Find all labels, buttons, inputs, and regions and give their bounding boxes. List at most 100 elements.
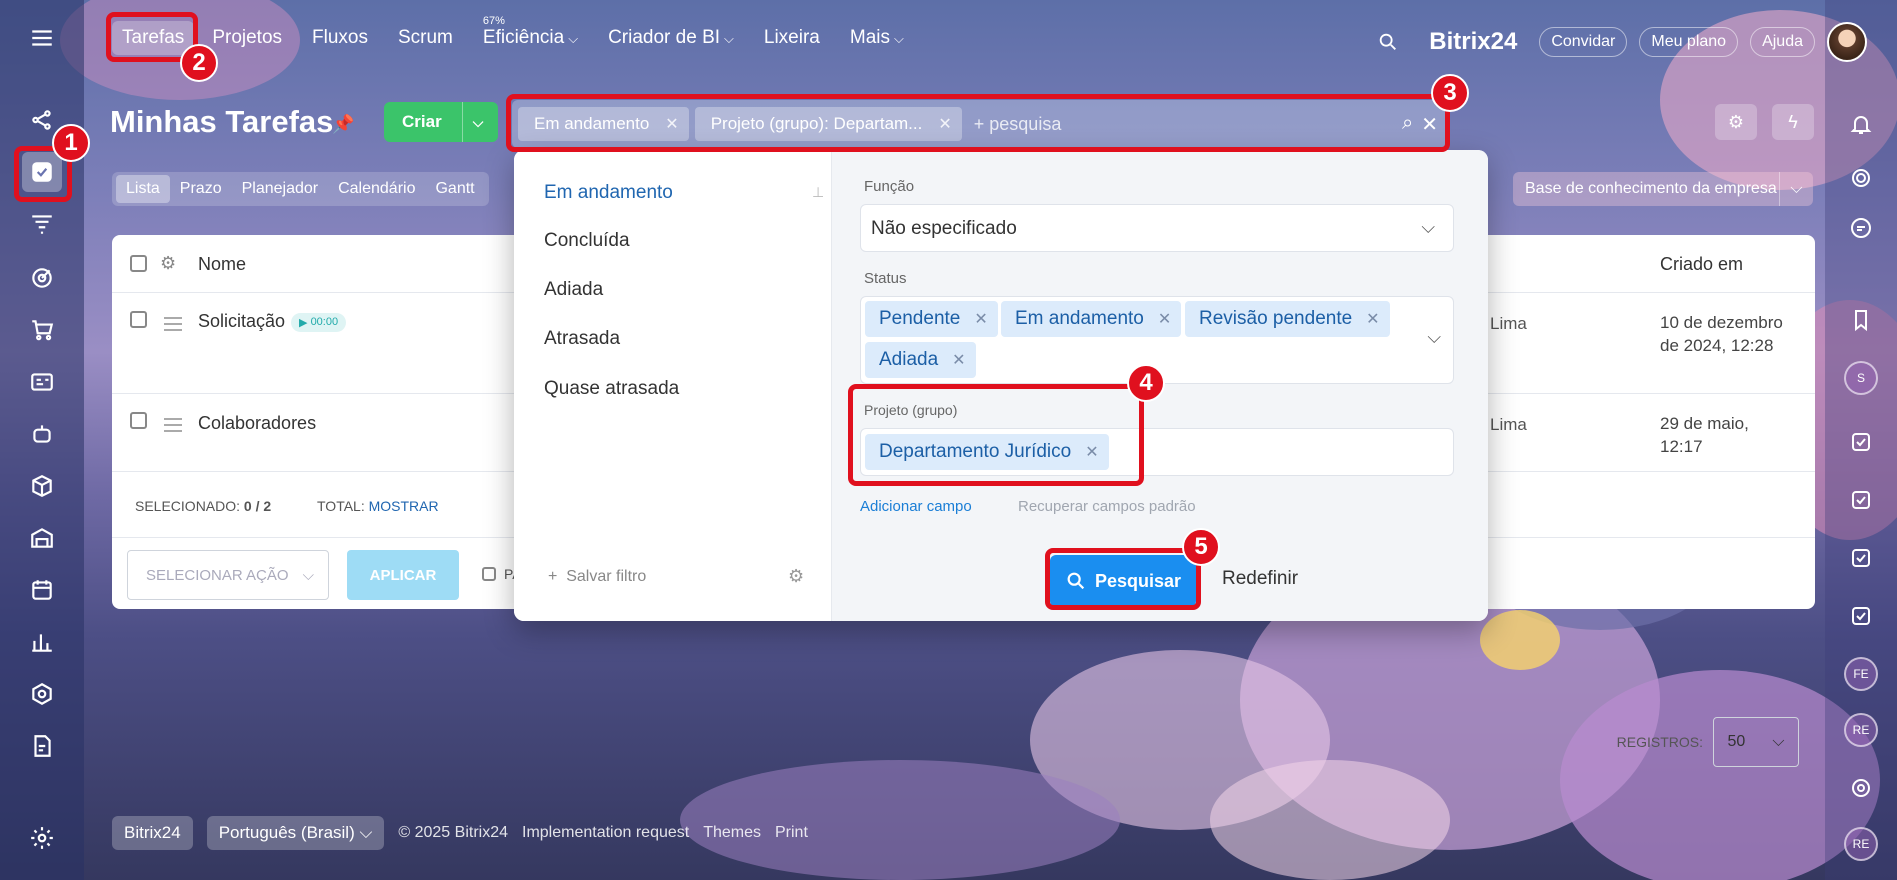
menu-icon[interactable] bbox=[22, 18, 62, 58]
filter-funnel-icon[interactable] bbox=[22, 204, 62, 244]
tab-calendario[interactable]: Calendário bbox=[328, 175, 425, 203]
calendar-icon[interactable] bbox=[22, 570, 62, 610]
efficiency-percent: 67% bbox=[482, 15, 505, 27]
chevron-down-icon[interactable]: ⌵ bbox=[1779, 172, 1813, 206]
bell-icon[interactable] bbox=[1841, 104, 1881, 144]
tab-planejador[interactable]: Planejador bbox=[232, 175, 329, 203]
status-tag-adiada[interactable]: Adiada ✕ bbox=[865, 342, 976, 378]
close-icon[interactable]: ✕ bbox=[1158, 309, 1171, 329]
cart-icon[interactable] bbox=[22, 310, 62, 350]
search-icon[interactable] bbox=[1377, 31, 1399, 53]
chevron-down-icon[interactable]: ⌵ bbox=[463, 114, 494, 131]
bookmark-icon[interactable] bbox=[1841, 300, 1881, 340]
preset-quase-atrasada[interactable]: Quase atrasada bbox=[544, 378, 679, 400]
add-field-link[interactable]: Adicionar campo bbox=[860, 498, 972, 515]
save-filter-button[interactable]: + Salvar filtro bbox=[548, 568, 646, 586]
create-button[interactable]: Criar ⌵ bbox=[384, 102, 498, 142]
column-created[interactable]: Criado em bbox=[1660, 254, 1743, 275]
contacts-card-icon[interactable] bbox=[22, 362, 62, 402]
annotation-badge-3: 3 bbox=[1431, 74, 1469, 112]
nav-projetos[interactable]: Projetos bbox=[212, 27, 282, 49]
task-name[interactable]: Solicitação bbox=[198, 311, 285, 331]
document-edit-icon[interactable] bbox=[22, 726, 62, 766]
reset-button[interactable]: Redefinir bbox=[1222, 568, 1298, 590]
select-action-dropdown[interactable]: SELECIONAR AÇÃO ⌵ bbox=[127, 550, 329, 600]
knowledge-base-button[interactable]: Base de conhecimento da empresa ⌵ bbox=[1513, 172, 1813, 206]
task-chat-icon-3[interactable] bbox=[1841, 538, 1881, 578]
user-avatar-re-2[interactable]: RE bbox=[1841, 824, 1881, 864]
settings-gear-icon[interactable]: ⚙ bbox=[1715, 104, 1757, 140]
task-chat-icon-2[interactable] bbox=[1841, 480, 1881, 520]
nav-eficiencia[interactable]: 67% Eficiência ⌵ bbox=[483, 15, 578, 49]
bitrix24-logo[interactable]: Bitrix24 bbox=[1429, 28, 1517, 56]
footer-link-print[interactable]: Print bbox=[775, 824, 808, 842]
lightning-icon[interactable]: ϟ bbox=[1772, 104, 1814, 140]
task-chat-icon-4[interactable] bbox=[1841, 596, 1881, 636]
drag-handle-icon[interactable] bbox=[164, 317, 182, 331]
task-name[interactable]: Colaboradores bbox=[198, 413, 316, 434]
invite-button[interactable]: Convidar bbox=[1539, 27, 1628, 57]
select-all-checkbox[interactable] bbox=[130, 255, 147, 272]
close-icon[interactable]: ✕ bbox=[1366, 309, 1379, 329]
grid-settings-icon[interactable]: ⚙ bbox=[160, 253, 176, 274]
robot-icon[interactable] bbox=[22, 414, 62, 454]
user-avatar-s[interactable]: S bbox=[1841, 358, 1881, 398]
preset-concluida[interactable]: Concluída bbox=[544, 230, 630, 252]
target-icon[interactable] bbox=[22, 258, 62, 298]
tab-lista[interactable]: Lista bbox=[116, 175, 170, 203]
language-select[interactable]: Português (Brasil) ⌵ bbox=[206, 816, 385, 850]
row-checkbox[interactable] bbox=[130, 311, 147, 328]
responsible-person[interactable]: Lima bbox=[1490, 415, 1527, 435]
status-tag-pendente[interactable]: Pendente ✕ bbox=[865, 301, 998, 337]
records-per-page-select[interactable]: 50 ⌵ bbox=[1713, 717, 1799, 767]
bitrix24-footer-button[interactable]: Bitrix24 bbox=[112, 816, 193, 850]
drag-handle-icon[interactable] bbox=[164, 418, 182, 432]
preset-atrasada[interactable]: Atrasada bbox=[544, 328, 620, 350]
row-checkbox[interactable] bbox=[130, 412, 147, 429]
highlight-box-3 bbox=[506, 94, 1450, 152]
created-date: 10 de dezembro de 2024, 12:28 bbox=[1660, 313, 1783, 355]
restore-fields-link[interactable]: Recuperar campos padrão bbox=[1018, 498, 1196, 515]
footer-link-themes[interactable]: Themes bbox=[703, 824, 761, 842]
nav-lixeira[interactable]: Lixeira bbox=[764, 27, 820, 49]
status-tag-em-andamento[interactable]: Em andamento ✕ bbox=[1001, 301, 1182, 337]
tab-gantt[interactable]: Gantt bbox=[425, 175, 484, 203]
apply-button[interactable]: APLICAR bbox=[347, 550, 459, 600]
user-avatar[interactable] bbox=[1827, 22, 1867, 62]
status-tag-revisao-pendente[interactable]: Revisão pendente ✕ bbox=[1185, 301, 1390, 337]
tab-prazo[interactable]: Prazo bbox=[170, 175, 232, 203]
close-icon[interactable]: ✕ bbox=[952, 350, 965, 370]
preset-em-andamento[interactable]: Em andamento bbox=[544, 182, 673, 204]
settings-gear-icon[interactable] bbox=[22, 818, 62, 858]
timer-badge[interactable]: ▶ 00:00 bbox=[291, 312, 347, 332]
bar-chart-icon[interactable] bbox=[22, 622, 62, 662]
for-all-checkbox[interactable] bbox=[482, 567, 496, 581]
box-icon[interactable] bbox=[22, 466, 62, 506]
chat-icon[interactable] bbox=[1841, 208, 1881, 248]
top-navigation: Tarefas Projetos Fluxos Scrum 67% Eficiên… bbox=[112, 15, 934, 56]
copilot-small-icon[interactable] bbox=[1841, 768, 1881, 808]
preset-adiada[interactable]: Adiada bbox=[544, 279, 603, 301]
close-icon[interactable]: ✕ bbox=[974, 309, 987, 329]
user-avatar-re[interactable]: RE bbox=[1841, 710, 1881, 750]
my-plan-button[interactable]: Meu plano bbox=[1639, 27, 1739, 57]
copilot-icon[interactable] bbox=[1841, 158, 1881, 198]
column-name[interactable]: Nome bbox=[198, 254, 246, 275]
responsible-person[interactable]: Lima bbox=[1490, 314, 1527, 334]
nav-mais[interactable]: Mais ⌵ bbox=[850, 27, 904, 49]
settings-gear-icon[interactable]: ⚙ bbox=[788, 566, 804, 587]
funcao-select[interactable]: Não especificado ⌵ bbox=[860, 204, 1454, 252]
footer-link-implementation[interactable]: Implementation request bbox=[522, 824, 689, 842]
user-avatar-fe[interactable]: FE bbox=[1841, 654, 1881, 694]
nav-fluxos[interactable]: Fluxos bbox=[312, 27, 368, 49]
hexagon-icon[interactable] bbox=[22, 674, 62, 714]
task-chat-icon-1[interactable] bbox=[1841, 422, 1881, 462]
help-button[interactable]: Ajuda bbox=[1750, 27, 1815, 57]
pin-icon[interactable]: 📌 bbox=[332, 114, 354, 135]
nav-scrum[interactable]: Scrum bbox=[398, 27, 453, 49]
chevron-down-icon[interactable]: ⌵ bbox=[1427, 327, 1441, 348]
pin-icon[interactable]: ⊥ bbox=[812, 184, 824, 201]
show-total-link[interactable]: MOSTRAR bbox=[369, 498, 439, 514]
nav-criador-bi[interactable]: Criador de BI ⌵ bbox=[608, 27, 734, 49]
warehouse-icon[interactable] bbox=[22, 518, 62, 558]
